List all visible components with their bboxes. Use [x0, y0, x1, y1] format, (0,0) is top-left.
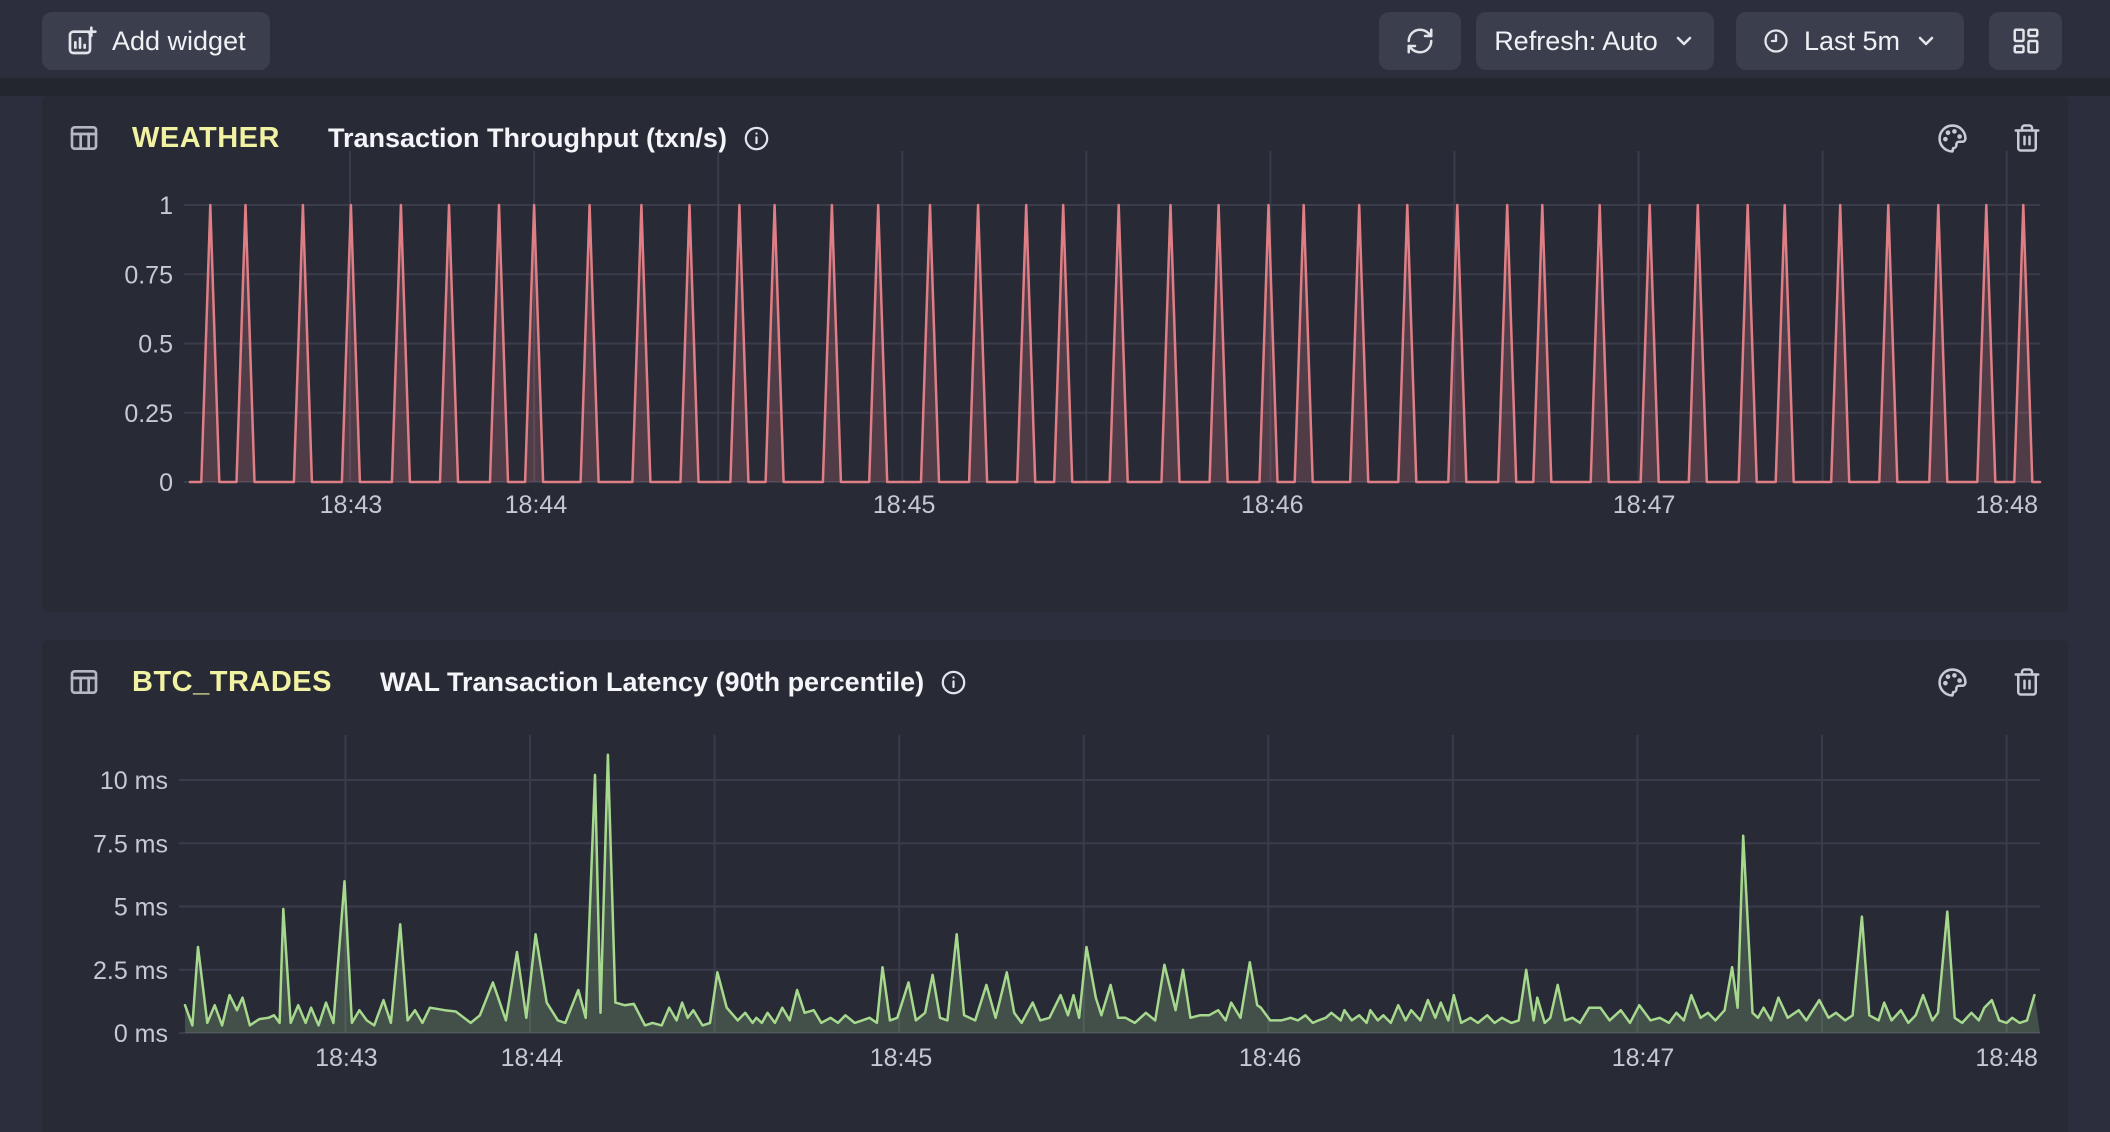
svg-text:18:48: 18:48 [1975, 1044, 2038, 1072]
add-chart-icon [66, 25, 98, 57]
svg-text:18:44: 18:44 [501, 1044, 564, 1072]
time-range-dropdown[interactable]: Last 5m [1736, 12, 1964, 70]
add-widget-button[interactable]: Add widget [42, 12, 270, 70]
svg-text:7.5 ms: 7.5 ms [93, 830, 168, 858]
svg-text:1: 1 [159, 192, 173, 220]
toolbar-divider [0, 78, 2110, 96]
svg-text:0 ms: 0 ms [114, 1020, 168, 1048]
svg-text:18:46: 18:46 [1241, 491, 1304, 519]
refresh-icon [1405, 26, 1435, 56]
chevron-down-icon [1672, 29, 1696, 53]
svg-text:18:43: 18:43 [315, 1044, 378, 1072]
layout-dashboard-icon [2011, 26, 2041, 56]
chevron-down-icon [1914, 29, 1938, 53]
throughput-chart[interactable]: 1 0.75 0.5 0.25 0 18:43 18:44 18:45 18:46 18:47 18… [42, 96, 2068, 612]
svg-text:2.5 ms: 2.5 ms [93, 957, 168, 985]
toolbar: Add widget Refresh: Auto Last 5m [0, 0, 2110, 78]
latency-chart[interactable]: 10 ms 7.5 ms 5 ms 2.5 ms 0 ms 18:43 18:44 18:45… [42, 640, 2068, 1132]
svg-text:0.5: 0.5 [138, 331, 173, 359]
svg-text:18:47: 18:47 [1612, 1044, 1675, 1072]
svg-text:18:43: 18:43 [320, 491, 383, 519]
svg-text:18:44: 18:44 [505, 491, 568, 519]
svg-text:18:45: 18:45 [873, 491, 936, 519]
widget-panel-latency: BTC_TRADES WAL Transaction Latency (90th… [42, 640, 2068, 1132]
svg-text:18:47: 18:47 [1613, 491, 1676, 519]
layout-grid-button[interactable] [1989, 12, 2062, 70]
refresh-mode-label: Refresh: Auto [1494, 26, 1658, 57]
add-widget-label: Add widget [112, 26, 246, 57]
clock-icon [1762, 27, 1790, 55]
svg-text:5 ms: 5 ms [114, 894, 168, 922]
svg-text:18:45: 18:45 [870, 1044, 933, 1072]
refresh-mode-dropdown[interactable]: Refresh: Auto [1476, 12, 1714, 70]
refresh-button[interactable] [1379, 12, 1461, 70]
widget-panel-throughput: WEATHER Transaction Throughput (txn/s) [42, 96, 2068, 612]
svg-text:18:48: 18:48 [1975, 491, 2038, 519]
svg-text:18:46: 18:46 [1239, 1044, 1302, 1072]
metrics-dashboard: Add widget Refresh: Auto Last 5m [0, 0, 2110, 1132]
svg-text:10 ms: 10 ms [100, 767, 168, 795]
time-range-label: Last 5m [1804, 26, 1900, 57]
svg-text:0.25: 0.25 [124, 400, 173, 428]
svg-text:0: 0 [159, 469, 173, 497]
svg-text:0.75: 0.75 [124, 261, 173, 289]
